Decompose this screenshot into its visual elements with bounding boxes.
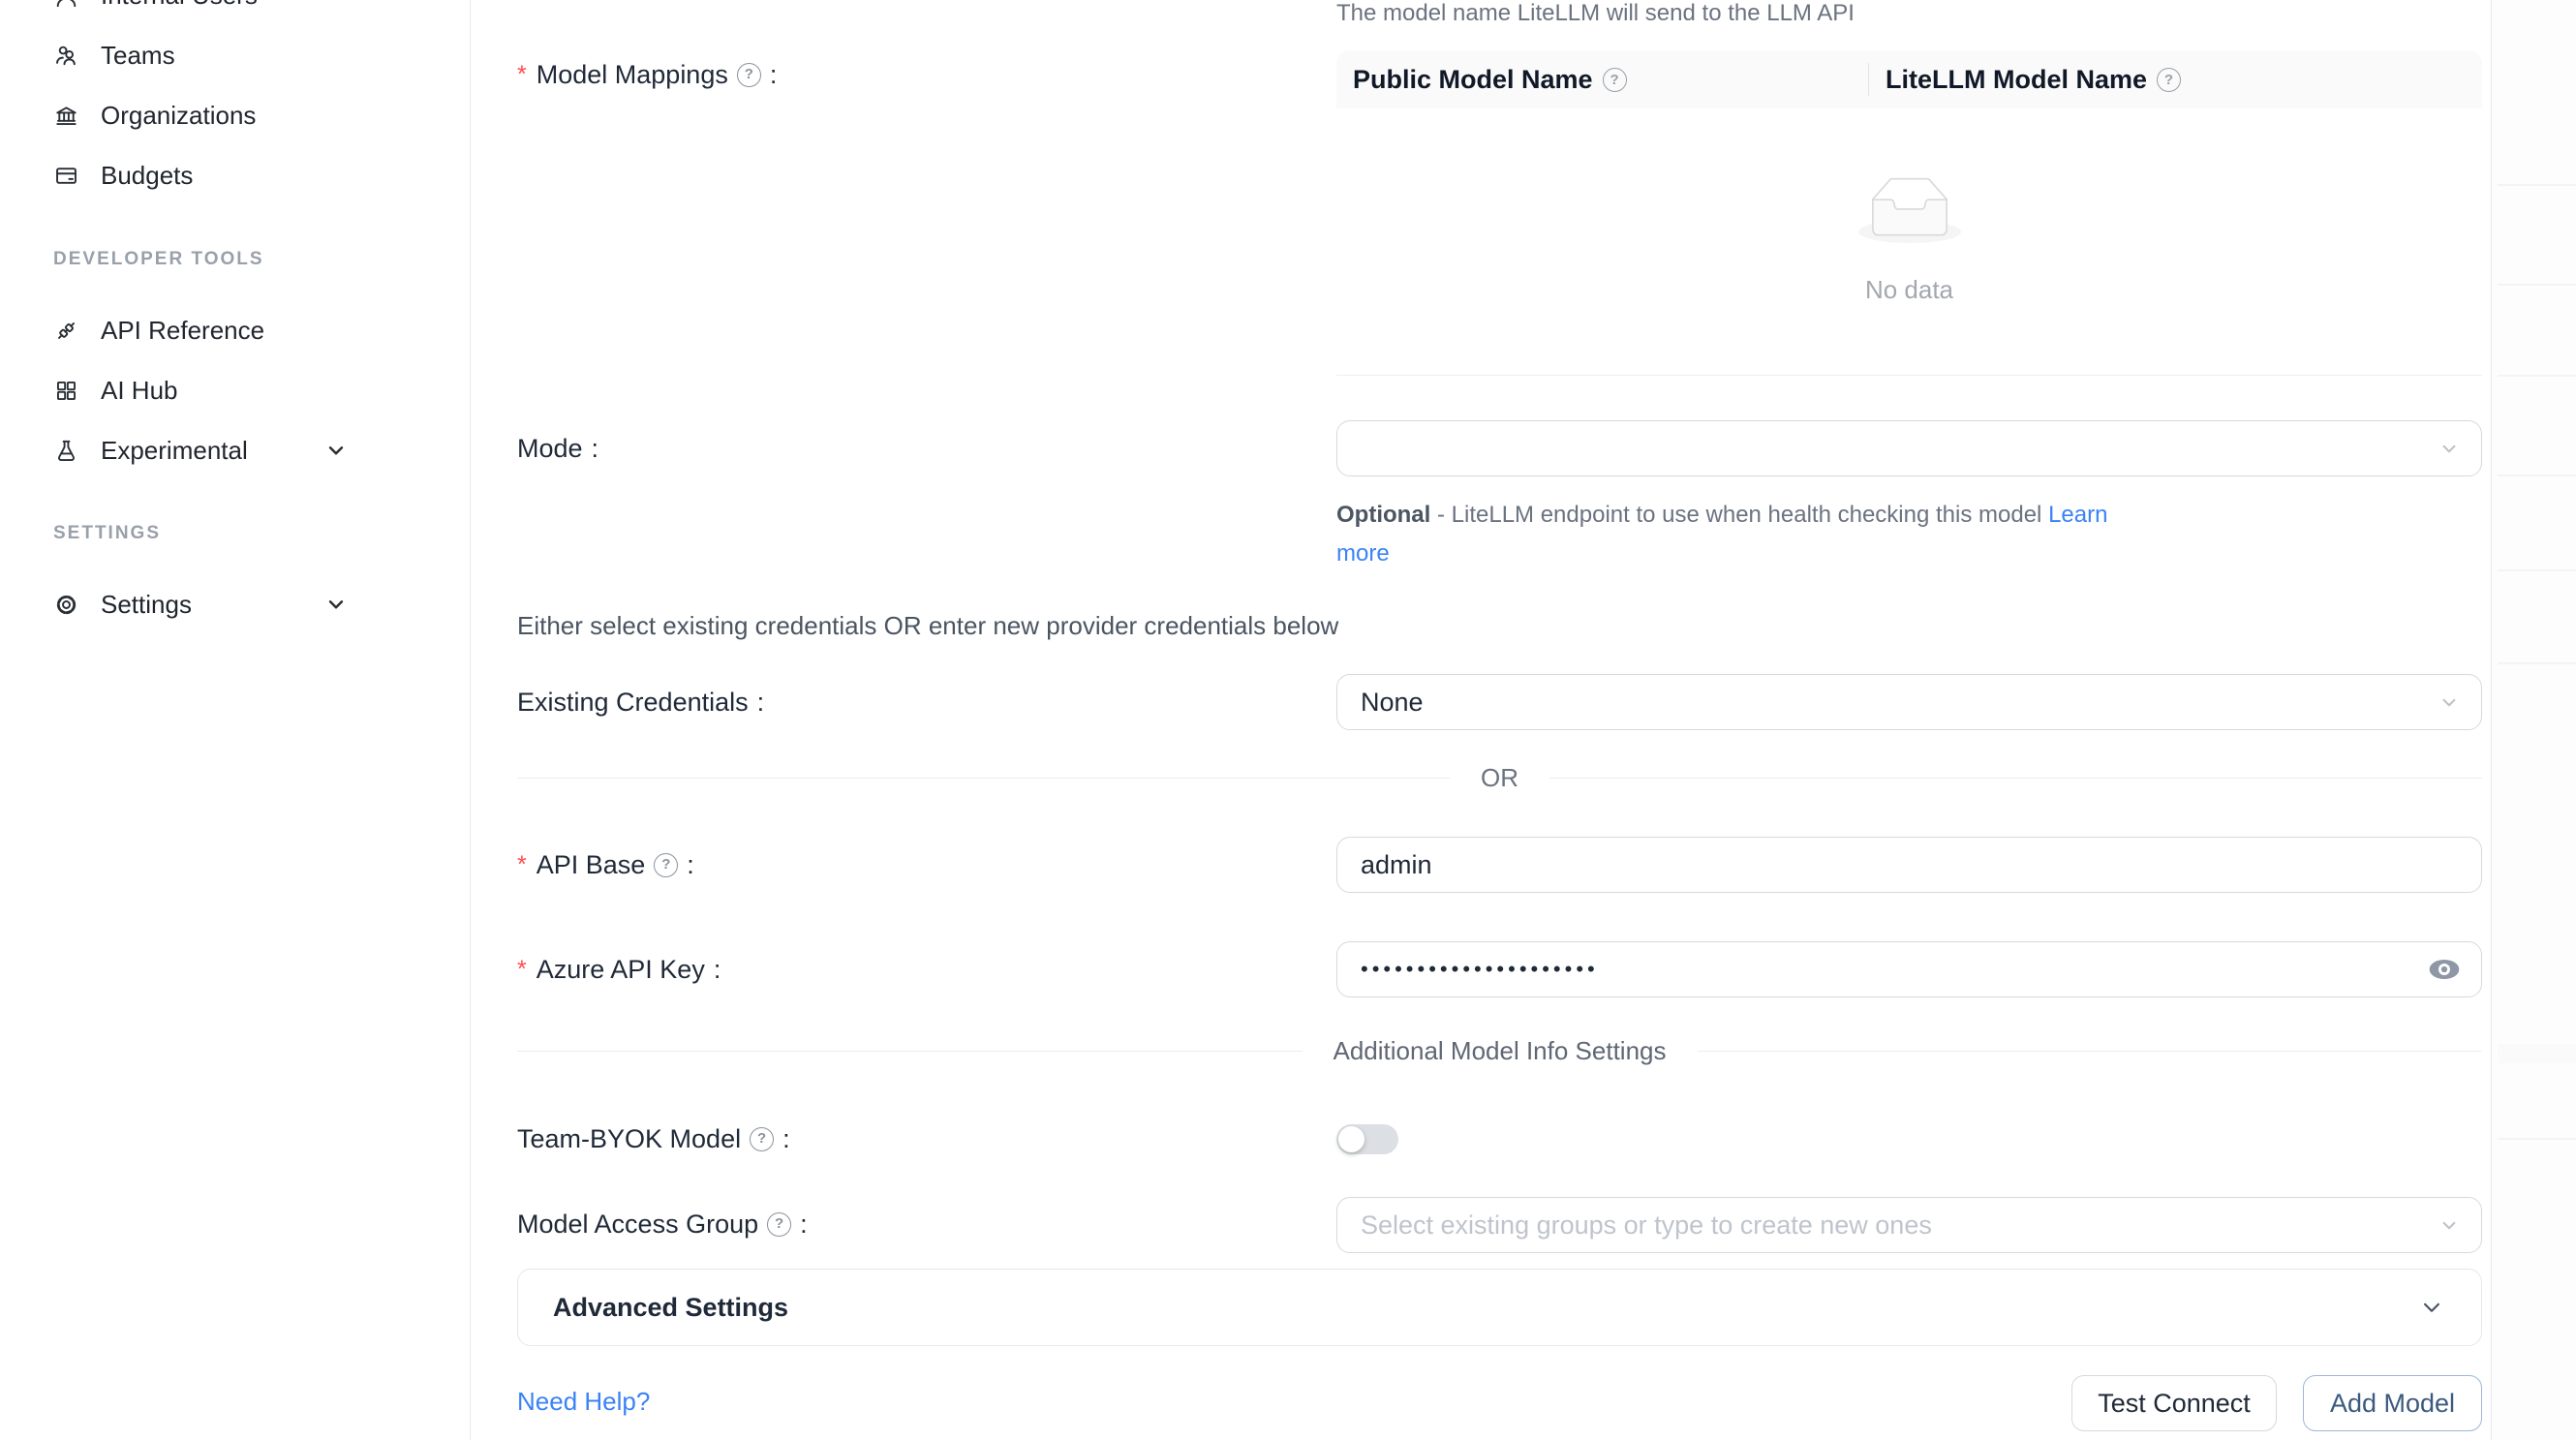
- empty-box-icon: [1857, 177, 1962, 243]
- eye-icon[interactable]: [2425, 950, 2464, 989]
- api-base-field-wrap: [1336, 837, 2482, 893]
- chevron-down-icon: [2437, 436, 2462, 461]
- table-bottom-divider: [1336, 375, 2482, 376]
- azure-api-key-field-wrap: [1336, 941, 2482, 997]
- column-header-litellm-model-name: LiteLLM Model Name ?: [1869, 65, 2181, 95]
- sidebar-item-internal-users[interactable]: Internal Users: [0, 0, 471, 25]
- model-access-group-input[interactable]: [1361, 1210, 2458, 1241]
- model-access-group-select[interactable]: [1336, 1197, 2482, 1253]
- required-asterisk: *: [517, 955, 527, 984]
- chevron-down-icon[interactable]: [323, 438, 349, 463]
- sidebar-item-label: Teams: [101, 41, 175, 71]
- sidebar-section-settings: SETTINGS: [53, 523, 161, 544]
- azure-api-key-input[interactable]: [1361, 957, 2458, 982]
- toggle-knob: [1338, 1126, 1365, 1152]
- sidebar-section-developer-tools: DEVELOPER TOOLS: [53, 249, 264, 270]
- gear-icon: [53, 592, 79, 618]
- chevron-down-icon: [2437, 1212, 2462, 1238]
- chevron-down-icon[interactable]: [323, 592, 349, 617]
- sidebar-item-experimental[interactable]: Experimental: [0, 420, 471, 480]
- flask-icon: [53, 438, 79, 464]
- sidebar-item-label: Settings: [101, 590, 192, 620]
- model-mappings-label: * Model Mappings ? :: [517, 60, 777, 89]
- empty-state: [1336, 177, 2482, 248]
- sidebar-item-budgets[interactable]: Budgets: [0, 145, 471, 205]
- chevron-down-icon: [2437, 689, 2462, 715]
- sidebar-item-label: Budgets: [101, 161, 193, 191]
- bank-icon: [53, 103, 79, 129]
- advanced-settings-title: Advanced Settings: [553, 1293, 788, 1323]
- required-asterisk: *: [517, 850, 527, 879]
- background-table-edge: [2491, 0, 2576, 1440]
- mode-label: Mode :: [517, 434, 598, 463]
- chevron-down-icon: [2417, 1293, 2446, 1322]
- api-plug-icon: [53, 318, 79, 344]
- mode-select[interactable]: [1336, 420, 2482, 476]
- credentials-note: Either select existing credentials OR en…: [517, 611, 1338, 641]
- existing-credentials-select[interactable]: None: [1336, 674, 2482, 730]
- help-question-icon[interactable]: ?: [1603, 68, 1627, 92]
- or-divider: OR: [517, 763, 2482, 793]
- column-header-public-model-name: Public Model Name ?: [1336, 65, 1868, 95]
- credit-card-icon: [53, 163, 79, 189]
- azure-api-key-label: * Azure API Key :: [517, 955, 721, 984]
- model-access-group-label: Model Access Group ? :: [517, 1210, 808, 1239]
- required-asterisk: *: [517, 60, 527, 89]
- help-question-icon[interactable]: ?: [750, 1127, 774, 1151]
- mode-hint: Optional - LiteLLM endpoint to use when …: [1336, 496, 2237, 573]
- help-question-icon[interactable]: ?: [767, 1212, 791, 1237]
- sidebar-item-label: API Reference: [101, 316, 264, 346]
- sidebar-item-teams[interactable]: Teams: [0, 25, 471, 85]
- api-base-input[interactable]: [1361, 850, 2458, 880]
- help-question-icon[interactable]: ?: [737, 63, 761, 87]
- sidebar-item-api-reference[interactable]: API Reference: [0, 300, 471, 360]
- grid-icon: [53, 378, 79, 404]
- need-help-link[interactable]: Need Help?: [517, 1387, 650, 1417]
- sidebar-item-label: Experimental: [101, 436, 248, 466]
- no-data-text: No data: [1336, 275, 2482, 305]
- sidebar: Internal Users Teams Organizations Budge…: [0, 0, 471, 1440]
- learn-more-link[interactable]: Learn: [2048, 502, 2107, 528]
- sidebar-item-label: AI Hub: [101, 376, 178, 406]
- user-icon: [53, 0, 79, 9]
- sidebar-item-organizations[interactable]: Organizations: [0, 85, 471, 145]
- learn-more-link[interactable]: more: [1336, 540, 1390, 567]
- api-base-label: * API Base ? :: [517, 850, 694, 879]
- litellm-model-name-help-text: The model name LiteLLM will send to the …: [1336, 0, 1855, 27]
- model-mappings-table-header: Public Model Name ? LiteLLM Model Name ?: [1336, 50, 2482, 108]
- test-connect-button[interactable]: Test Connect: [2071, 1375, 2277, 1431]
- sidebar-item-settings[interactable]: Settings: [0, 574, 471, 634]
- add-model-button[interactable]: Add Model: [2303, 1375, 2482, 1431]
- team-byok-toggle[interactable]: [1336, 1124, 1398, 1154]
- sidebar-item-ai-hub[interactable]: AI Hub: [0, 360, 471, 420]
- additional-model-info-divider: Additional Model Info Settings: [517, 1036, 2482, 1066]
- help-question-icon[interactable]: ?: [2157, 68, 2181, 92]
- advanced-settings-panel[interactable]: Advanced Settings: [517, 1269, 2482, 1346]
- help-question-icon[interactable]: ?: [654, 853, 678, 877]
- sidebar-item-label: Internal Users: [101, 0, 258, 11]
- sidebar-item-label: Organizations: [101, 101, 256, 131]
- existing-credentials-label: Existing Credentials :: [517, 688, 764, 717]
- team-byok-label: Team-BYOK Model ? :: [517, 1124, 790, 1153]
- team-icon: [53, 43, 79, 69]
